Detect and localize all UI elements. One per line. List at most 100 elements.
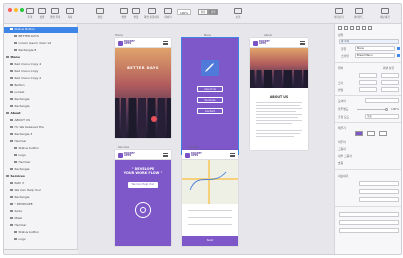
export-format-field[interactable] [359, 197, 399, 202]
edit-mode-segment[interactable]: 편집 [198, 9, 208, 15]
services-help-button[interactable]: We Can Help You! [128, 182, 158, 188]
layer-row[interactable]: Mask [4, 216, 78, 222]
canvas[interactable]: Home ROCKET APPS BETTER DAYS Menu About … [78, 24, 334, 254]
corner-field[interactable] [365, 98, 399, 103]
fill-color-swatch[interactable] [355, 131, 363, 136]
toolbar-rotate-button[interactable]: 변형 [132, 8, 140, 19]
menu-about-button[interactable]: About Us [197, 86, 223, 92]
layer-row[interactable]: Rectangle [4, 104, 78, 110]
layer-row[interactable]: Button [4, 83, 78, 89]
layer-row[interactable]: Hed bar [4, 139, 78, 145]
layer-row[interactable]: " DEVELOPE [4, 202, 78, 208]
layer-row[interactable]: ABOUT US [4, 118, 78, 124]
fill-color-swatch[interactable] [379, 131, 387, 136]
zoom-window-button[interactable] [20, 8, 24, 12]
opacity-slider[interactable] [357, 109, 387, 110]
toolbar-copy-button[interactable]: 복사 [66, 8, 74, 19]
font-select[interactable]: Menu [355, 46, 395, 51]
toolbar-data-button[interactable]: 데이터 [164, 8, 172, 19]
layer-row[interactable]: Lorem ipsum dolor sit [4, 41, 78, 47]
layer-row[interactable]: Suits [4, 209, 78, 215]
layer-row[interactable]: Rectangle 8 [4, 48, 78, 54]
export-button[interactable] [339, 212, 399, 217]
contact-send-button[interactable]: Send [182, 236, 238, 246]
layer-row[interactable]: Hi, We believed tha [4, 125, 78, 131]
toolbar-add-button[interactable]: 추가 [26, 8, 34, 19]
position-y-field[interactable] [381, 73, 399, 78]
toolbar-transform-button[interactable]: 변환 [120, 8, 128, 19]
layer-row[interactable]: Rectangle 3 [4, 132, 78, 138]
toolbar-split-button[interactable]: 화면 분할하기 [144, 8, 159, 19]
hamburger-menu-icon[interactable] [300, 41, 305, 45]
menu-services-button[interactable]: Services [197, 97, 223, 103]
symbol-name-field[interactable]: 어 1 어 [339, 39, 399, 44]
toolbar-links-button[interactable]: 연결 목록 [50, 8, 60, 19]
artboard-label-home[interactable]: Home [115, 34, 123, 37]
layer-group[interactable]: About [4, 111, 78, 117]
export-scale-field[interactable] [359, 181, 399, 186]
position-x-field[interactable] [359, 73, 377, 78]
layer-row[interactable]: Status button [4, 146, 78, 152]
layer-row[interactable]: We Can Help You! [4, 188, 78, 194]
artboard-contact[interactable]: ROCKET APPS Send [182, 150, 238, 246]
artboard-services[interactable]: ROCKET APPS " DEVELOPE YOUR WORK FLOW " … [115, 150, 171, 246]
layer-row[interactable]: Red menu Copy 4 [4, 62, 78, 68]
toolbar-symbol-button[interactable]: 심볼 [38, 8, 46, 19]
style-select[interactable]: Bread Menu [355, 53, 395, 58]
export-option-field[interactable] [339, 228, 399, 233]
artboard-about[interactable]: ROCKET APPS ABOUT US [250, 38, 308, 150]
opacity-slider-thumb[interactable] [385, 108, 388, 111]
artboard-label-contact[interactable]: Contact [188, 146, 198, 149]
font-checkbox[interactable] [397, 47, 400, 50]
artboard-home[interactable]: ROCKET APPS BETTER DAYS [115, 38, 171, 138]
layer-row[interactable]: Locket [4, 90, 78, 96]
layer-group[interactable]: Services [4, 174, 78, 180]
align-center-icon[interactable] [344, 26, 348, 30]
toolbar-export-button[interactable]: 내보내기 [380, 8, 390, 19]
align-left-icon[interactable] [338, 26, 342, 30]
layer-row[interactable]: Rectangle [4, 167, 78, 173]
layer-row[interactable]: Status Button [4, 27, 78, 33]
status-button[interactable] [151, 116, 157, 122]
artboard-label-menu[interactable]: Menu [204, 34, 211, 37]
contact-field[interactable] [188, 217, 232, 218]
layer-row[interactable]: Logo [4, 153, 78, 159]
toolbar-edit-button[interactable]: 편집 [96, 8, 104, 19]
align-right-icon[interactable] [350, 26, 354, 30]
flip-field[interactable] [381, 87, 399, 92]
export-suffix-field[interactable] [359, 189, 399, 194]
menu-contact-button[interactable]: Contact [197, 108, 223, 114]
minimize-window-button[interactable] [14, 8, 18, 12]
size-height-field[interactable] [381, 80, 399, 85]
toolbar-view-button[interactable]: 보기 [234, 8, 242, 19]
contact-map[interactable] [182, 160, 238, 204]
layer-row[interactable]: Rectangle [4, 97, 78, 103]
artboard-menu[interactable]: About Us Services Contact [181, 37, 239, 155]
layer-row[interactable]: Rectangle [4, 195, 78, 201]
toolbar-preview-button[interactable]: 미리보기 [334, 8, 344, 19]
toolbar-cloud-button[interactable]: 클라우드 [354, 8, 364, 19]
contact-field[interactable] [188, 210, 232, 211]
blend-select[interactable]: 보통 [365, 114, 399, 119]
layer-row[interactable]: Red menu Copy 2 [4, 76, 78, 82]
rotate-field[interactable] [359, 87, 377, 92]
layer-row[interactable]: Logo [4, 237, 78, 243]
layer-group[interactable]: Menu [4, 55, 78, 61]
layer-row[interactable]: Hed bar [4, 223, 78, 229]
export-option-field[interactable] [339, 220, 399, 225]
align-bottom-icon[interactable] [368, 26, 372, 30]
hamburger-menu-icon[interactable] [230, 153, 235, 157]
search-mode-segment[interactable]: 검색 [208, 9, 218, 15]
layer-row[interactable]: BETTER DAYS [4, 34, 78, 40]
layer-row[interactable]: Hed bar [4, 160, 78, 166]
contact-field[interactable] [188, 224, 232, 225]
fill-color-swatch[interactable] [367, 131, 375, 136]
align-top-icon[interactable] [356, 26, 360, 30]
hamburger-menu-icon[interactable] [163, 41, 168, 45]
layer-row[interactable]: Path 3 [4, 181, 78, 187]
layer-row[interactable]: Status button [4, 230, 78, 236]
hamburger-menu-icon[interactable] [163, 153, 168, 157]
size-width-field[interactable] [359, 80, 377, 85]
zoom-level[interactable]: 100% [177, 9, 191, 15]
artboard-label-about[interactable]: About [264, 34, 272, 37]
